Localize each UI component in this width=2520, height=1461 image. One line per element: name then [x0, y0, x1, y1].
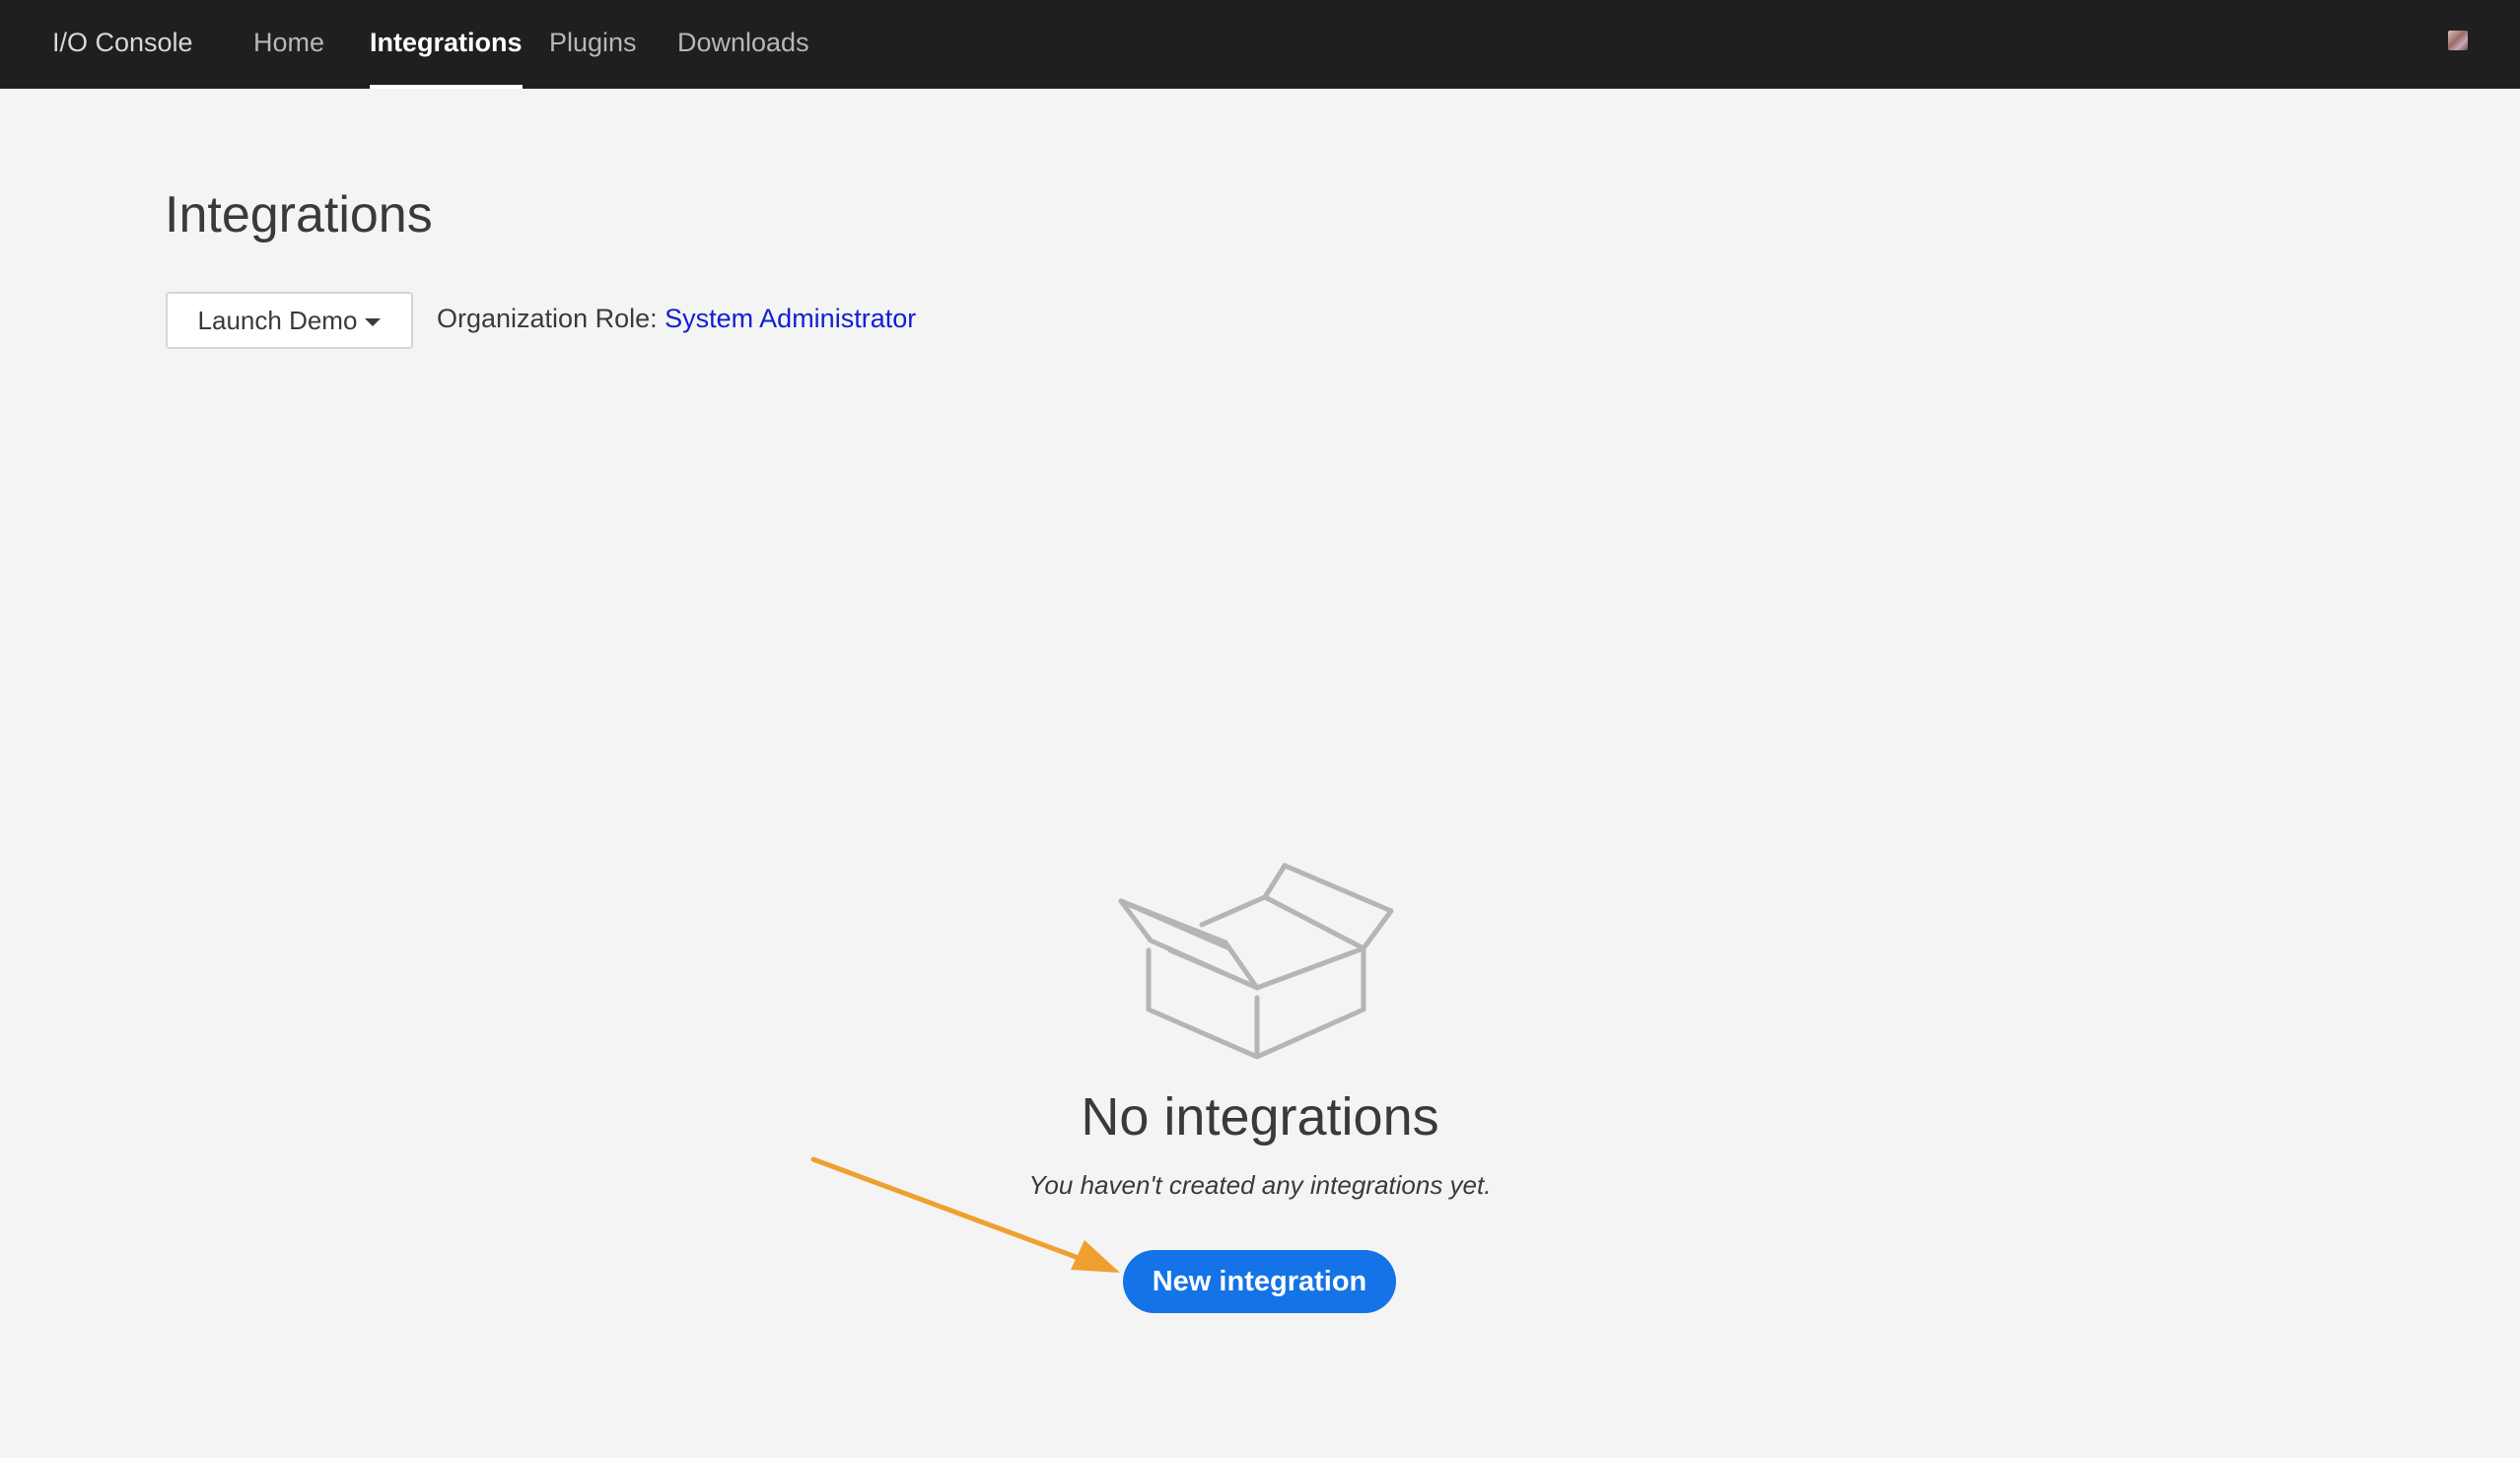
- open-box-icon: [1118, 863, 1394, 1060]
- organization-selector-button[interactable]: Launch Demo: [166, 292, 413, 349]
- empty-state-title: No integrations: [1081, 1087, 1439, 1147]
- nav-plugins[interactable]: Plugins: [549, 0, 637, 89]
- top-navigation-bar: I/O Console Home Integrations Plugins Do…: [0, 0, 2520, 89]
- empty-state-subtitle: You haven't created any integrations yet…: [1028, 1170, 1492, 1200]
- nav-downloads[interactable]: Downloads: [677, 0, 809, 89]
- organization-role: Organization Role: System Administrator: [437, 296, 916, 341]
- user-avatar[interactable]: [2448, 31, 2468, 50]
- page-title: Integrations: [165, 186, 433, 244]
- annotation-arrow: [810, 1156, 1120, 1273]
- active-tab-indicator: [370, 85, 523, 89]
- nav-home[interactable]: Home: [253, 0, 324, 89]
- organization-role-label: Organization Role:: [437, 304, 658, 333]
- new-integration-button[interactable]: New integration: [1123, 1250, 1396, 1313]
- nav-integrations-label: Integrations: [370, 28, 523, 57]
- nav-integrations[interactable]: Integrations: [370, 0, 523, 89]
- organization-selector-label: Launch Demo: [197, 305, 358, 335]
- app-brand[interactable]: I/O Console: [52, 0, 193, 89]
- organization-role-link[interactable]: System Administrator: [665, 304, 916, 333]
- chevron-down-icon: [365, 318, 382, 326]
